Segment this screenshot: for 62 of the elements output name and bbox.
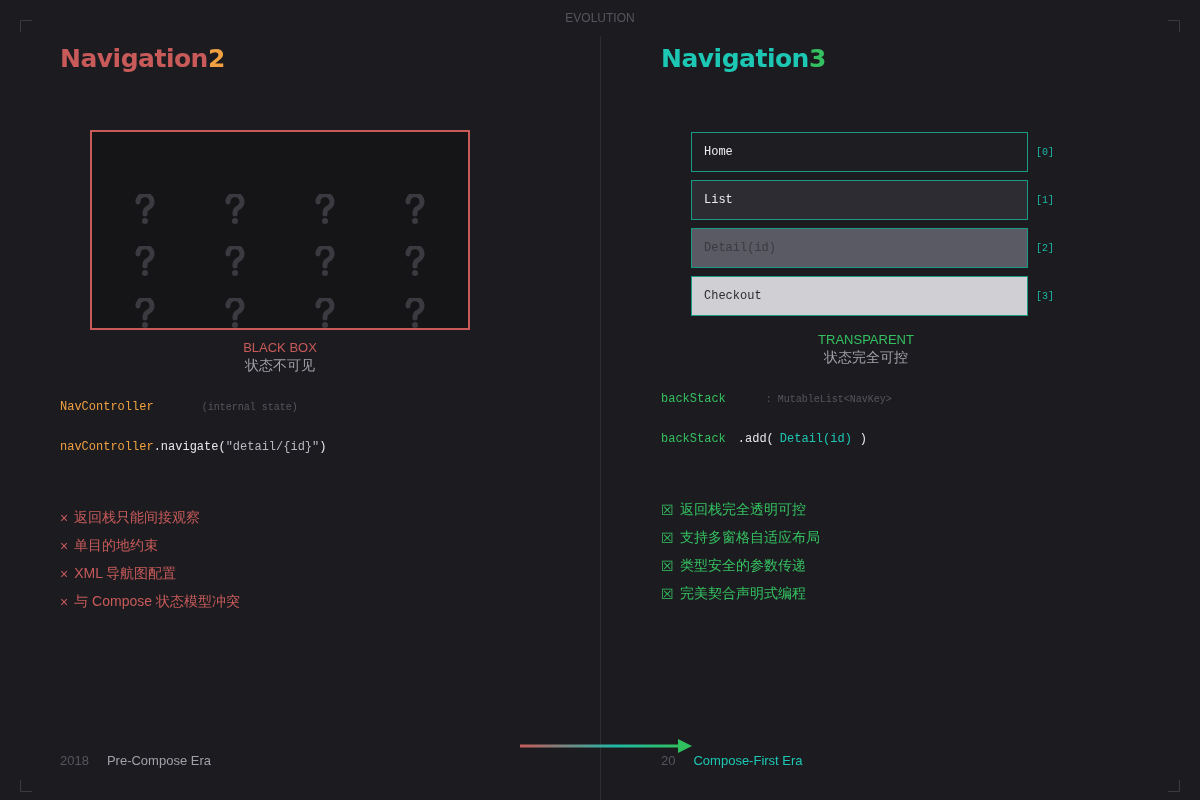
question-mark-icon xyxy=(135,194,155,224)
point-text: 完美契合声明式编程 xyxy=(680,585,806,603)
question-mark-icon xyxy=(405,246,425,276)
question-mark-icon xyxy=(315,194,335,224)
back-stack-entry: Home xyxy=(691,132,1028,172)
question-mark-icon xyxy=(135,298,155,328)
question-mark-icon xyxy=(135,246,155,276)
stack-subtitle: 状态完全可控 xyxy=(824,348,908,366)
code-token: ) xyxy=(319,440,327,454)
section-title: Navigation2 xyxy=(60,44,225,74)
box-subtitle: 状态不可见 xyxy=(245,356,315,374)
code-token: backStack xyxy=(661,392,726,406)
stack-index: [3] xyxy=(1036,290,1054,302)
bullet-mark: ☒ xyxy=(661,530,674,546)
bullet-mark: ☒ xyxy=(661,502,674,518)
code-token: navController xyxy=(60,440,154,454)
corner-mark xyxy=(1168,20,1180,32)
question-mark-icon xyxy=(225,194,245,224)
question-mark-icon xyxy=(315,298,335,328)
bullet-mark: ☒ xyxy=(661,586,674,602)
stack-caption: TRANSPARENT xyxy=(818,332,914,348)
era-label: Pre-Compose Era xyxy=(106,753,211,768)
stack-index: [1] xyxy=(1036,194,1054,206)
point-text: XML 导航图配置 xyxy=(74,565,177,583)
bullet-mark: × xyxy=(60,566,69,582)
stack-index: [0] xyxy=(1036,146,1054,158)
year-label: 2018 xyxy=(60,753,89,768)
bullet-mark: ☒ xyxy=(661,558,674,574)
era-label: Compose-First Era xyxy=(693,753,803,768)
year-label: 20 xyxy=(661,753,676,768)
bullet-mark: × xyxy=(60,538,69,554)
back-stack-entry: Checkout xyxy=(691,276,1028,316)
code-token: .add( xyxy=(737,432,774,446)
question-mark-icon xyxy=(225,246,245,276)
corner-mark xyxy=(1168,780,1180,792)
code-token: Detail(id) xyxy=(779,432,852,446)
point-text: 返回栈完全透明可控 xyxy=(680,501,806,519)
question-mark-icon xyxy=(225,298,245,328)
point-text: 单目的地约束 xyxy=(74,537,159,555)
code-token: "detail/{id}" xyxy=(225,440,320,454)
code-token: NavController xyxy=(60,400,154,414)
box-caption: BLACK BOX xyxy=(243,340,317,356)
bullet-mark: × xyxy=(60,594,69,610)
code-token: .navigate( xyxy=(153,440,226,454)
question-mark-icon xyxy=(405,298,425,328)
corner-mark xyxy=(20,20,32,32)
stack-index: [2] xyxy=(1036,242,1054,254)
code-token: backStack xyxy=(661,432,726,446)
point-text: 返回栈只能间接观察 xyxy=(74,509,201,527)
code-token: ) xyxy=(859,432,868,446)
section-title: Navigation3 xyxy=(661,44,826,74)
question-mark-icon xyxy=(315,246,335,276)
code-token: : MutableList<NavKey> xyxy=(765,394,892,405)
question-mark-icon xyxy=(405,194,425,224)
point-text: 与 Compose 状态模型冲突 xyxy=(74,593,240,611)
back-stack-entry: List xyxy=(691,180,1028,220)
code-token: (internal state) xyxy=(201,402,298,413)
header-title: EVOLUTION xyxy=(565,11,635,25)
point-text: 支持多窗格自适应布局 xyxy=(680,529,820,547)
bullet-mark: × xyxy=(60,510,69,526)
corner-mark xyxy=(20,780,32,792)
point-text: 类型安全的参数传递 xyxy=(680,557,806,575)
